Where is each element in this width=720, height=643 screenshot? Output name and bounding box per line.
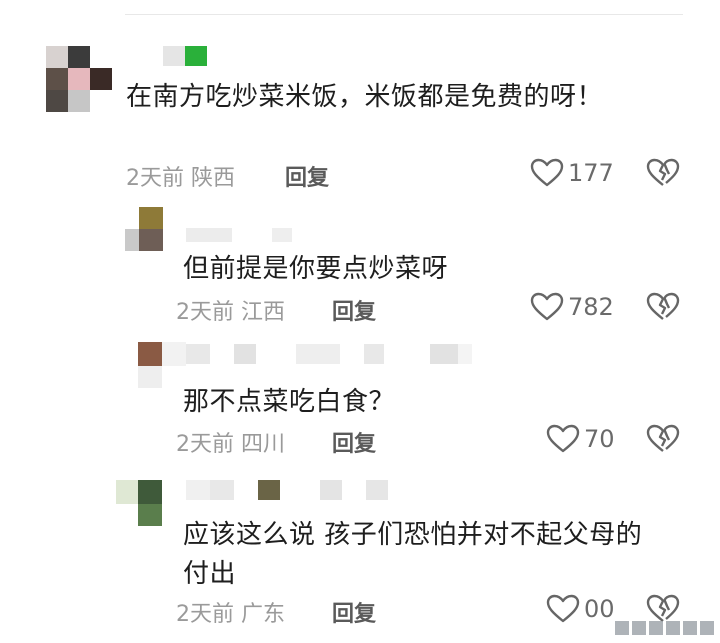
username[interactable] [186,480,388,500]
heart-outline-icon [546,424,580,453]
comment-location: 广东 [241,602,286,627]
like-count: 70 [584,425,615,453]
comment-location: 江西 [241,300,286,325]
broken-heart-icon [646,292,680,320]
reply-button[interactable]: 回复 [285,160,329,192]
comment-meta: 2天前 广东 [176,596,285,628]
broken-heart-icon [646,594,680,622]
comment-meta: 2天前 四川 [176,426,285,458]
comment-location: 陕西 [191,166,236,191]
dislike-button[interactable] [646,424,680,458]
avatar[interactable] [46,46,112,112]
divider [125,14,683,15]
reply-button[interactable]: 回复 [332,426,376,458]
comment-text: 应该这么说 孩子们恐怕并对不起父母的付出 [183,520,643,589]
dislike-button[interactable] [646,292,680,326]
like-count: 177 [568,159,614,187]
like-button[interactable]: 00 [546,594,615,624]
heart-outline-icon [530,158,564,187]
comment-date: 2天前 [176,432,234,457]
reply-button[interactable]: 回复 [332,596,376,628]
comment-text: 但前提是你要点炒菜呀 [183,254,449,284]
broken-heart-icon [646,158,680,186]
comment-date: 2天前 [176,300,234,325]
watermark [615,621,714,635]
like-button[interactable]: 177 [530,158,614,188]
heart-outline-icon [546,594,580,623]
username[interactable] [186,228,292,248]
comment-text: 在南方吃炒菜米饭，米饭都是免费的呀！ [126,82,604,112]
username[interactable] [186,344,472,364]
avatar[interactable] [138,342,186,388]
broken-heart-icon [646,424,680,452]
dislike-button[interactable] [646,158,680,192]
comment-location: 四川 [241,432,286,457]
heart-outline-icon [530,292,564,321]
like-button[interactable]: 782 [530,292,614,322]
comment-meta: 2天前 江西 [176,294,285,326]
comment-date: 2天前 [126,166,184,191]
avatar[interactable] [116,480,162,526]
comment-date: 2天前 [176,602,234,627]
reply-button[interactable]: 回复 [332,294,376,326]
avatar[interactable] [125,207,163,251]
like-button[interactable]: 70 [546,424,615,454]
like-count: 782 [568,293,614,321]
comment-text: 那不点菜吃白食？ [183,387,396,417]
like-count: 00 [584,595,615,623]
comment-meta: 2天前 陕西 [126,160,235,192]
username[interactable] [163,46,207,66]
